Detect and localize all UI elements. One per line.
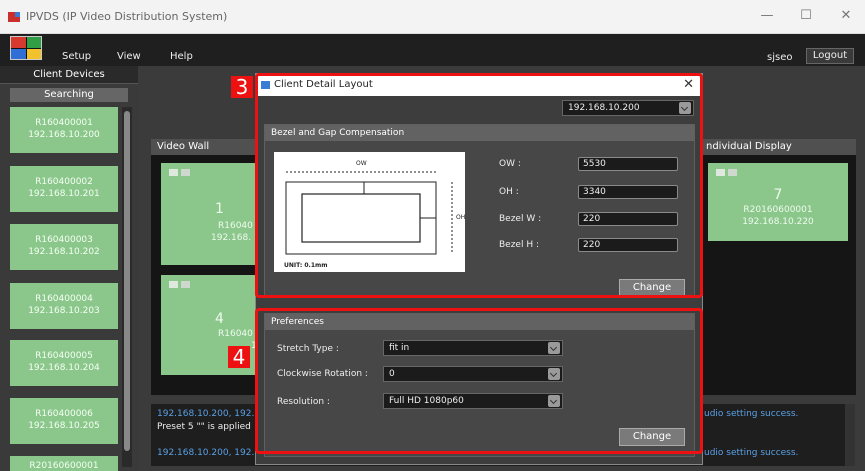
log-scrollbar[interactable] [845, 404, 855, 466]
callout-3: 3 [231, 76, 253, 98]
speaker-icon [181, 281, 190, 288]
video-wall-title: Video Wall [151, 139, 257, 155]
client-card[interactable]: R160400005 192.168.10.204 [10, 340, 118, 386]
maximize-button[interactable]: ☐ [796, 8, 816, 23]
minimize-button[interactable]: — [757, 8, 777, 23]
cell-id: R16040 [218, 221, 253, 231]
client-id: R160400002 [35, 177, 93, 187]
client-card[interactable]: R20160600001 [10, 456, 118, 471]
speaker-icon [728, 169, 737, 176]
menu-setup[interactable]: Setup [62, 51, 91, 62]
cell-id: R16040 [218, 329, 253, 339]
client-card[interactable]: R160400006 192.168.10.205 [10, 398, 118, 444]
current-user: sjseo [767, 52, 793, 63]
client-ip: 192.168.10.205 [28, 421, 100, 431]
close-window-button[interactable]: ✕ [836, 8, 856, 23]
client-id: R160400005 [35, 351, 93, 361]
monitor-icon [169, 281, 178, 288]
app-icon [8, 12, 20, 22]
client-id: R160400006 [35, 409, 93, 419]
individual-display-panel: 7 R20160600001 192.168.10.220 [700, 155, 856, 395]
monitor-icon [169, 169, 178, 176]
menu-help[interactable]: Help [170, 51, 193, 62]
monitor-icon [716, 169, 725, 176]
client-id: R160400004 [35, 294, 93, 304]
highlight-box-4 [255, 308, 703, 454]
sidebar-scrollbar[interactable] [122, 107, 132, 467]
log-line: 192.168.10.200, 192. [157, 409, 255, 419]
log-line: udio setting success. [704, 409, 799, 419]
client-card[interactable]: R160400003 192.168.10.202 [10, 224, 118, 270]
client-ip: 192.168.10.202 [28, 247, 100, 257]
individual-display-cell[interactable]: 7 R20160600001 192.168.10.220 [708, 163, 848, 241]
cell-id: R20160600001 [743, 205, 813, 215]
cell-number: 1 [215, 201, 224, 217]
log-line: Preset 5 "" is applied [157, 422, 251, 432]
cell-ip: 192.168.10.220 [742, 217, 814, 227]
highlight-box-3 [255, 73, 703, 298]
scrollbar-thumb[interactable] [124, 111, 130, 451]
client-id: R160400003 [35, 235, 93, 245]
menu-view[interactable]: View [117, 51, 141, 62]
client-ip: 192.168.10.203 [28, 306, 100, 316]
cell-number: 7 [773, 187, 783, 203]
window-title: IPVDS (IP Video Distribution System) [26, 10, 228, 23]
log-line: udio setting success. [704, 448, 799, 458]
speaker-icon [181, 169, 190, 176]
logout-button[interactable]: Logout [806, 48, 854, 64]
callout-4: 4 [228, 346, 250, 368]
app-logo [10, 36, 42, 60]
individual-display-title: ndividual Display [700, 139, 856, 155]
sidebar-title: Client Devices [0, 66, 138, 84]
client-id: R20160600001 [29, 461, 99, 471]
client-ip: 192.168.10.201 [28, 189, 100, 199]
client-card[interactable]: R160400004 192.168.10.203 [10, 283, 118, 329]
client-card[interactable]: R160400002 192.168.10.201 [10, 166, 118, 212]
searching-status[interactable]: Searching [10, 88, 128, 102]
cell-number: 4 [215, 311, 224, 327]
client-ip: 192.168.10.200 [28, 130, 100, 140]
client-id: R160400001 [35, 118, 93, 128]
client-ip: 192.168.10.204 [28, 363, 100, 373]
window-titlebar: IPVDS (IP Video Distribution System) — ☐… [0, 0, 865, 34]
log-line: 192.168.10.200, 192. [157, 448, 255, 458]
client-card[interactable]: R160400001 192.168.10.200 [10, 107, 118, 153]
video-wall-cell[interactable]: 1 R16040 192.168. [161, 163, 257, 265]
cell-ip: 192.168. [211, 233, 252, 243]
